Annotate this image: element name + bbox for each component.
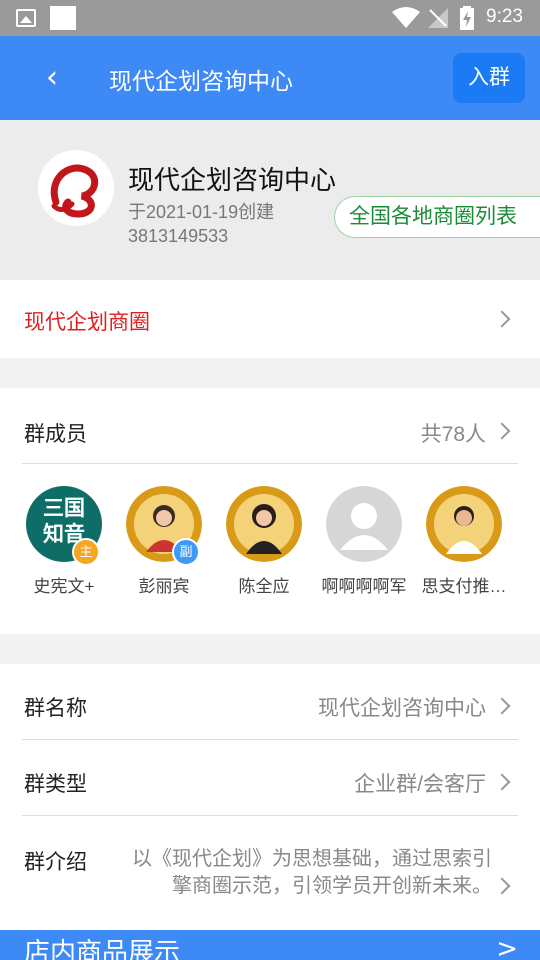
chevron-right-icon — [493, 773, 511, 791]
wifi-icon — [392, 7, 420, 28]
group-name: 现代企划咨询中心 — [128, 165, 337, 195]
back-icon: ‹ — [46, 60, 58, 95]
status-bar: 9:23 — [0, 0, 540, 36]
owner-badge: 主 — [72, 538, 100, 566]
business-circle-label: 现代企划商圈 — [24, 311, 150, 334]
join-group-button[interactable]: 入群 — [453, 53, 525, 103]
group-name-row[interactable]: 群名称 现代企划咨询中心 — [0, 664, 540, 740]
shop-products-bar[interactable]: 店内商品展示 > — [0, 930, 540, 960]
business-circle-row[interactable]: 现代企划商圈 — [0, 280, 540, 358]
member-name: 思支付推… — [421, 577, 507, 596]
group-type-row[interactable]: 群类型 企业群/会客厅 — [0, 740, 540, 816]
image-notification-icon — [16, 9, 36, 27]
group-logo-icon — [38, 150, 114, 226]
divider — [22, 815, 518, 816]
member-name: 史宪文+ — [33, 577, 95, 596]
chevron-right-icon — [493, 310, 511, 328]
chevron-right-icon — [493, 422, 511, 440]
group-intro-label: 群介绍 — [24, 851, 87, 874]
member-item[interactable]: 副 彭丽宾 — [114, 486, 214, 606]
shop-products-label: 店内商品展示 — [24, 937, 181, 960]
group-name-label: 群名称 — [24, 697, 87, 720]
member-item[interactable]: 陈全应 — [214, 486, 314, 606]
default-avatar-icon — [326, 486, 402, 562]
battery-charging-icon — [460, 6, 474, 30]
members-label: 群成员 — [24, 423, 87, 446]
app-header: ‹ 现代企划咨询中心 入群 — [0, 36, 540, 120]
member-name: 啊啊啊啊军 — [321, 577, 407, 596]
admin-badge: 副 — [172, 538, 200, 566]
divider — [22, 463, 518, 464]
page-title: 现代企划咨询中心 — [109, 68, 293, 94]
clock: 9:23 — [486, 6, 523, 27]
group-name-value: 现代企划咨询中心 — [318, 697, 486, 720]
member-item[interactable]: 三国 知音 主 史宪文+ — [14, 486, 114, 606]
member-name: 彭丽宾 — [138, 577, 190, 596]
avatar — [426, 486, 502, 562]
circle-list-button[interactable]: 全国各地商圈列表 — [334, 196, 540, 238]
member-item[interactable]: 思支付推… — [414, 486, 514, 606]
avatar — [226, 486, 302, 562]
no-signal-icon — [428, 8, 448, 28]
member-item[interactable]: 啊啊啊啊军 — [314, 486, 414, 606]
group-info-section: 群名称 现代企划咨询中心 群类型 企业群/会客厅 群介绍 以《现代企划》为思想基… — [0, 664, 540, 930]
chevron-right-icon — [493, 697, 511, 715]
group-intro-value[interactable]: 以《现代企划》为思想基础，通过思索引擎商圈示范，引领学员开创新未来。 — [120, 846, 492, 900]
group-id: 3813149533 — [128, 226, 229, 246]
members-count[interactable]: 共78人 — [421, 418, 486, 448]
created-date: 于2021-01-19创建 — [128, 202, 275, 222]
group-type-label: 群类型 — [24, 773, 87, 796]
members-section: 群成员 共78人 三国 知音 主 史宪文+ 副 彭丽宾 陈全应 啊啊啊啊军 思支… — [0, 388, 540, 634]
chevron-right-icon — [493, 877, 511, 895]
back-button[interactable]: ‹ — [38, 58, 66, 98]
blank-notification-icon — [50, 6, 76, 30]
member-name: 陈全应 — [238, 577, 290, 596]
group-profile: 现代企划咨询中心 于2021-01-19创建 3813149533 全国各地商圈… — [0, 120, 540, 280]
arrow-right-icon: > — [496, 934, 518, 960]
group-type-value: 企业群/会客厅 — [354, 773, 486, 796]
